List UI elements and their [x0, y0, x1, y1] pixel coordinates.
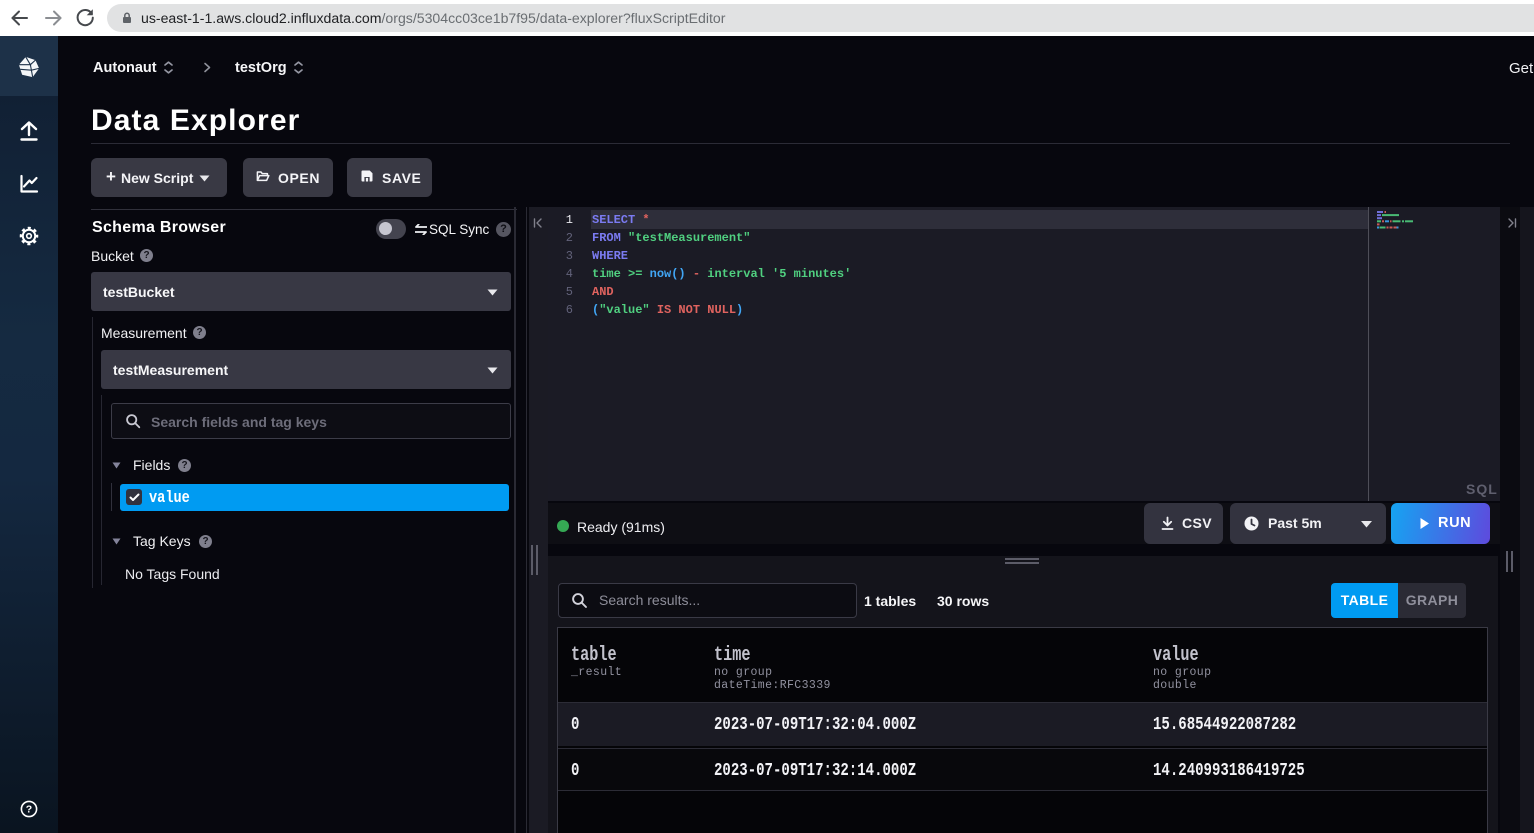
svg-text:?: ?: [26, 804, 32, 816]
